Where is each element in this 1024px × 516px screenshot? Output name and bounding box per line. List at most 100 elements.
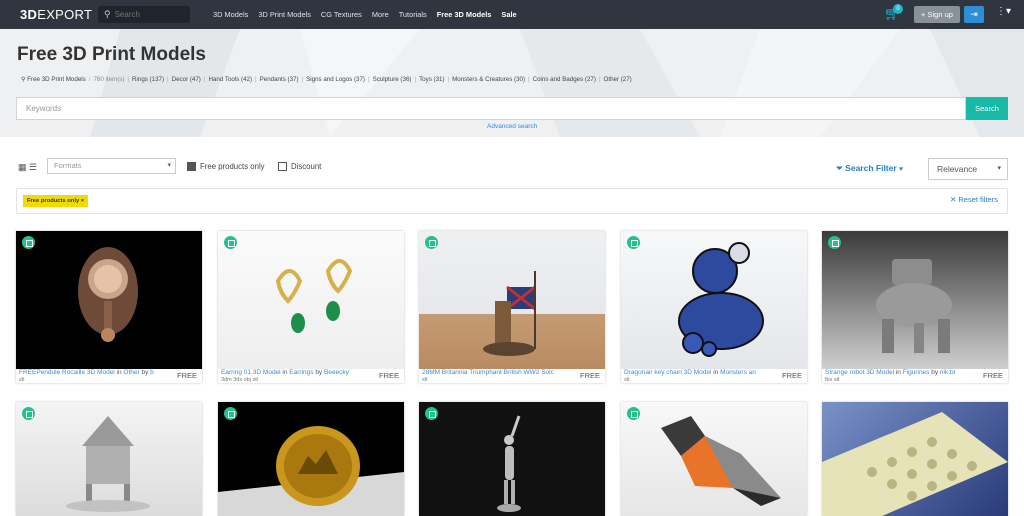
nav-cg-textures[interactable]: CG Textures: [321, 10, 362, 19]
main-nav: 3D Models 3D Print Models CG Textures Mo…: [213, 10, 527, 19]
product-thumbnail[interactable]: [621, 402, 807, 516]
cart-count-badge: 0: [893, 4, 903, 14]
sign-up-button[interactable]: + Sign up: [914, 6, 960, 23]
product-price: FREE: [579, 371, 600, 380]
product-price: FREE: [176, 371, 197, 380]
product-card[interactable]: [218, 402, 404, 516]
category-rings[interactable]: Rings (137): [132, 76, 164, 83]
item-count: 760 item(s): [93, 76, 125, 83]
category-sculpture[interactable]: Sculpture (36): [373, 76, 412, 83]
printable-badge-icon: [224, 407, 237, 420]
product-title[interactable]: 28MM Britannia Triumphant British WW2 So…: [422, 369, 576, 376]
figurine-image: [497, 415, 521, 512]
product-formats: 3dm 3ds obj stl: [221, 377, 258, 383]
coin-image: [218, 426, 404, 516]
sort-select[interactable]: Relevance ▾: [928, 158, 1008, 180]
more-options-icon[interactable]: ⋮▾: [996, 6, 1011, 17]
printable-badge-icon: [627, 407, 640, 420]
earrings-image: [275, 259, 353, 333]
active-filter-chip[interactable]: Free products only ×: [23, 195, 89, 207]
chevron-down-icon: ▾: [896, 163, 904, 173]
category-monsters[interactable]: Monsters & Creatures (30): [452, 76, 525, 83]
lattice-model-image: [822, 412, 1008, 516]
printable-badge-icon: [22, 236, 35, 249]
nav-sale[interactable]: Sale: [501, 10, 516, 19]
filter-icon: ⏷: [836, 163, 846, 173]
formats-select[interactable]: Formats ▾: [47, 158, 176, 174]
product-thumbnail[interactable]: [822, 231, 1008, 369]
free-only-label: Free products only: [200, 162, 265, 171]
nav-more[interactable]: More: [372, 10, 389, 19]
printable-badge-icon: [828, 236, 841, 249]
product-card[interactable]: [419, 402, 605, 516]
search-button[interactable]: Search: [966, 97, 1008, 120]
product-thumbnail[interactable]: [419, 231, 605, 369]
printable-badge-icon: [224, 236, 237, 249]
search-icon: ⚲: [104, 9, 111, 19]
nav-3d-models[interactable]: 3D Models: [213, 10, 248, 19]
printable-badge-icon: [22, 407, 35, 420]
breadcrumb-root[interactable]: Free 3D Print Models: [27, 76, 85, 83]
header-search[interactable]: ⚲: [98, 6, 190, 23]
product-card[interactable]: Strange robot 3D Model in Figurines by n…: [822, 231, 1008, 383]
grid-view-icon[interactable]: ▦: [18, 162, 27, 172]
search-filter-button[interactable]: ⏷ Search Filter ▾: [836, 163, 903, 174]
product-card[interactable]: [16, 402, 202, 516]
product-card[interactable]: Earring 01 3D Model in Earrings by Beeec…: [218, 231, 404, 383]
chevron-down-icon: ▾: [997, 165, 1001, 172]
product-thumbnail[interactable]: [419, 402, 605, 516]
advanced-search-link[interactable]: Advanced search: [487, 123, 537, 130]
printable-badge-icon: [425, 407, 438, 420]
printable-badge-icon: [425, 236, 438, 249]
product-thumbnail[interactable]: [218, 231, 404, 369]
site-logo[interactable]: 3DEXPORT: [20, 7, 92, 22]
header-search-input[interactable]: [114, 10, 185, 19]
product-title[interactable]: Strange robot 3D Model in Figurines by n…: [825, 369, 979, 376]
product-thumbnail[interactable]: [16, 402, 202, 516]
active-filters-bar: [16, 188, 1008, 214]
product-title[interactable]: FREEPendule Rocaille 3D Model in Other b…: [19, 369, 173, 376]
printable-badge-icon: [627, 236, 640, 249]
login-icon: ⇥: [970, 9, 978, 19]
free-only-checkbox[interactable]: [187, 162, 196, 171]
product-price: FREE: [982, 371, 1003, 380]
discount-label: Discount: [291, 162, 322, 171]
dragonair-keychain-image: [678, 242, 764, 357]
nav-3d-print-models[interactable]: 3D Print Models: [258, 10, 311, 19]
product-card[interactable]: [621, 402, 807, 516]
reset-filters-link[interactable]: ✕ Reset filters: [950, 195, 998, 204]
category-decor[interactable]: Decor (47): [172, 76, 201, 83]
page-title: Free 3D Print Models: [17, 44, 206, 65]
bullfinch-bird-image: [661, 416, 781, 506]
product-card[interactable]: Dragonair key chain 3D Model in Monsters…: [621, 231, 807, 383]
product-card[interactable]: 28MM Britannia Triumphant British WW2 So…: [419, 231, 605, 383]
view-toggle: ▦ ☰: [18, 162, 37, 173]
chevron-down-icon: ▾: [167, 162, 171, 169]
category-pendants[interactable]: Pendants (37): [260, 76, 299, 83]
product-thumbnail[interactable]: [822, 402, 1008, 516]
product-thumbnail[interactable]: [621, 231, 807, 369]
login-button[interactable]: ⇥: [964, 6, 984, 23]
nav-free-3d-models[interactable]: Free 3D Models: [437, 10, 492, 19]
list-view-icon[interactable]: ☰: [29, 162, 37, 172]
product-thumbnail[interactable]: [16, 231, 202, 369]
house-model-image: [66, 416, 150, 512]
category-signs-logos[interactable]: Signs and Logos (37): [306, 76, 365, 83]
product-formats: stl: [422, 377, 428, 383]
product-price: FREE: [378, 371, 399, 380]
category-toys[interactable]: Toys (31): [419, 76, 444, 83]
britannia-figure-image: [483, 271, 536, 356]
category-coins[interactable]: Coins and Badges (27): [533, 76, 596, 83]
product-thumbnail[interactable]: [218, 402, 404, 516]
discount-checkbox[interactable]: [278, 162, 287, 171]
nav-tutorials[interactable]: Tutorials: [399, 10, 427, 19]
category-hand-tools[interactable]: Hand Tools (42): [208, 76, 252, 83]
product-title[interactable]: Dragonair key chain 3D Model in Monsters…: [624, 369, 778, 376]
product-card[interactable]: FREEPendule Rocaille 3D Model in Other b…: [16, 231, 202, 383]
breadcrumb: ⚲ Free 3D Print Models/760 item(s) | Rings…: [21, 76, 632, 83]
pendulum-clock-image: [78, 247, 138, 342]
product-card[interactable]: [822, 402, 1008, 516]
product-title[interactable]: Earring 01 3D Model in Earrings by Beeec…: [221, 369, 375, 376]
keywords-input[interactable]: Keywords: [16, 97, 966, 120]
category-other[interactable]: Other (27): [604, 76, 632, 83]
